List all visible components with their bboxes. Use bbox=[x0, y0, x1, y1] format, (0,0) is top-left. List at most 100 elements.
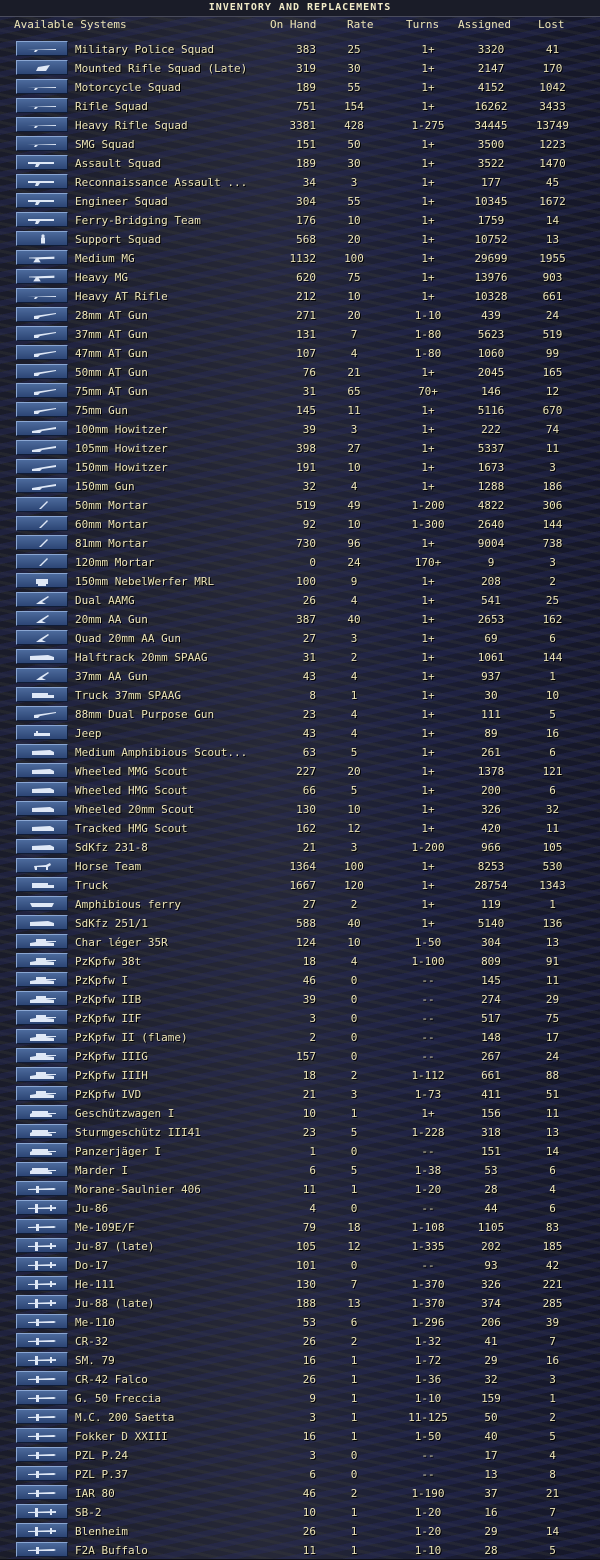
system-row[interactable]: IAR 80 46 2 1-190 37 21 bbox=[0, 1484, 600, 1503]
system-row[interactable]: Heavy AT Rifle 212 10 1+ 10328 661 bbox=[0, 287, 600, 306]
system-row[interactable]: Wheeled 20mm Scout 130 10 1+ 326 32 bbox=[0, 800, 600, 819]
system-row[interactable]: SMG Squad 151 50 1+ 3500 1223 bbox=[0, 135, 600, 154]
system-select-button[interactable] bbox=[16, 1523, 68, 1538]
system-select-button[interactable] bbox=[16, 288, 68, 303]
system-select-button[interactable] bbox=[16, 782, 68, 797]
system-select-button[interactable] bbox=[16, 1314, 68, 1329]
system-select-button[interactable] bbox=[16, 155, 68, 170]
system-row[interactable]: PzKpfw IIF 3 0 -- 517 75 bbox=[0, 1009, 600, 1028]
system-select-button[interactable] bbox=[16, 1447, 68, 1462]
system-row[interactable]: CR-32 26 2 1-32 41 7 bbox=[0, 1332, 600, 1351]
system-select-button[interactable] bbox=[16, 212, 68, 227]
system-row[interactable]: Ju-87 (late) 105 12 1-335 202 185 bbox=[0, 1237, 600, 1256]
system-row[interactable]: 120mm Mortar 0 24 170+ 9 3 bbox=[0, 553, 600, 572]
system-row[interactable]: Panzerjäger I 1 0 -- 151 14 bbox=[0, 1142, 600, 1161]
system-row[interactable]: Geschützwagen I 10 1 1+ 156 11 bbox=[0, 1104, 600, 1123]
system-select-button[interactable] bbox=[16, 1257, 68, 1272]
system-select-button[interactable] bbox=[16, 231, 68, 246]
system-row[interactable]: 100mm Howitzer 39 3 1+ 222 74 bbox=[0, 420, 600, 439]
system-row[interactable]: Do-17 101 0 -- 93 42 bbox=[0, 1256, 600, 1275]
system-row[interactable]: Wheeled MMG Scout 227 20 1+ 1378 121 bbox=[0, 762, 600, 781]
system-row[interactable]: Quad 20mm AA Gun 27 3 1+ 69 6 bbox=[0, 629, 600, 648]
system-row[interactable]: 50mm AT Gun 76 21 1+ 2045 165 bbox=[0, 363, 600, 382]
system-row[interactable]: SB-2 10 1 1-20 16 7 bbox=[0, 1503, 600, 1522]
system-select-button[interactable] bbox=[16, 1181, 68, 1196]
system-row[interactable]: 150mm Gun 32 4 1+ 1288 186 bbox=[0, 477, 600, 496]
system-row[interactable]: Me-109E/F 79 18 1-108 1105 83 bbox=[0, 1218, 600, 1237]
system-select-button[interactable] bbox=[16, 1276, 68, 1291]
system-row[interactable]: Amphibious ferry 27 2 1+ 119 1 bbox=[0, 895, 600, 914]
system-row[interactable]: 150mm NebelWerfer MRL 100 9 1+ 208 2 bbox=[0, 572, 600, 591]
system-row[interactable]: 20mm AA Gun 387 40 1+ 2653 162 bbox=[0, 610, 600, 629]
system-row[interactable]: 150mm Howitzer 191 10 1+ 1673 3 bbox=[0, 458, 600, 477]
system-select-button[interactable] bbox=[16, 440, 68, 455]
system-row[interactable]: Ferry-Bridging Team 176 10 1+ 1759 14 bbox=[0, 211, 600, 230]
system-select-button[interactable] bbox=[16, 364, 68, 379]
system-select-button[interactable] bbox=[16, 915, 68, 930]
system-select-button[interactable] bbox=[16, 402, 68, 417]
system-select-button[interactable] bbox=[16, 269, 68, 284]
system-select-button[interactable] bbox=[16, 516, 68, 531]
system-select-button[interactable] bbox=[16, 820, 68, 835]
system-row[interactable]: Morane-Saulnier 406 11 1 1-20 28 4 bbox=[0, 1180, 600, 1199]
system-select-button[interactable] bbox=[16, 953, 68, 968]
system-row[interactable]: Truck 37mm SPAAG 8 1 1+ 30 10 bbox=[0, 686, 600, 705]
system-row[interactable]: 105mm Howitzer 398 27 1+ 5337 11 bbox=[0, 439, 600, 458]
system-row[interactable]: Tracked HMG Scout 162 12 1+ 420 11 bbox=[0, 819, 600, 838]
system-select-button[interactable] bbox=[16, 801, 68, 816]
system-select-button[interactable] bbox=[16, 630, 68, 645]
system-select-button[interactable] bbox=[16, 326, 68, 341]
system-row[interactable]: 75mm Gun 145 11 1+ 5116 670 bbox=[0, 401, 600, 420]
system-select-button[interactable] bbox=[16, 193, 68, 208]
system-select-button[interactable] bbox=[16, 649, 68, 664]
system-select-button[interactable] bbox=[16, 554, 68, 569]
system-select-button[interactable] bbox=[16, 98, 68, 113]
system-row[interactable]: Wheeled HMG Scout 66 5 1+ 200 6 bbox=[0, 781, 600, 800]
system-select-button[interactable] bbox=[16, 1295, 68, 1310]
system-row[interactable]: SdKfz 231-8 21 3 1-200 966 105 bbox=[0, 838, 600, 857]
system-row[interactable]: Support Squad 568 20 1+ 10752 13 bbox=[0, 230, 600, 249]
system-row[interactable]: Heavy Rifle Squad 3381 428 1-275 34445 13749 bbox=[0, 116, 600, 135]
system-row[interactable]: 37mm AA Gun 43 4 1+ 937 1 bbox=[0, 667, 600, 686]
system-row[interactable]: 60mm Mortar 92 10 1-300 2640 144 bbox=[0, 515, 600, 534]
system-select-button[interactable] bbox=[16, 687, 68, 702]
system-select-button[interactable] bbox=[16, 1124, 68, 1139]
system-select-button[interactable] bbox=[16, 1086, 68, 1101]
system-select-button[interactable] bbox=[16, 573, 68, 588]
system-select-button[interactable] bbox=[16, 744, 68, 759]
system-row[interactable]: Assault Squad 189 30 1+ 3522 1470 bbox=[0, 154, 600, 173]
system-select-button[interactable] bbox=[16, 535, 68, 550]
system-row[interactable]: PzKpfw IIIG 157 0 -- 267 24 bbox=[0, 1047, 600, 1066]
system-select-button[interactable] bbox=[16, 592, 68, 607]
system-row[interactable]: Ju-88 (late) 188 13 1-370 374 285 bbox=[0, 1294, 600, 1313]
system-row[interactable]: Halftrack 20mm SPAAG 31 2 1+ 1061 144 bbox=[0, 648, 600, 667]
system-select-button[interactable] bbox=[16, 896, 68, 911]
system-row[interactable]: Motorcycle Squad 189 55 1+ 4152 1042 bbox=[0, 78, 600, 97]
system-row[interactable]: Military Police Squad 383 25 1+ 3320 41 bbox=[0, 40, 600, 59]
system-select-button[interactable] bbox=[16, 706, 68, 721]
system-select-button[interactable] bbox=[16, 972, 68, 987]
system-select-button[interactable] bbox=[16, 1238, 68, 1253]
system-select-button[interactable] bbox=[16, 1352, 68, 1367]
system-row[interactable]: Fokker D XXIII 16 1 1-50 40 5 bbox=[0, 1427, 600, 1446]
system-row[interactable]: PZL P.37 6 0 -- 13 8 bbox=[0, 1465, 600, 1484]
system-select-button[interactable] bbox=[16, 1010, 68, 1025]
system-row[interactable]: Reconnaissance Assault ... 34 3 1+ 177 45 bbox=[0, 173, 600, 192]
system-select-button[interactable] bbox=[16, 1428, 68, 1443]
system-row[interactable]: 47mm AT Gun 107 4 1-80 1060 99 bbox=[0, 344, 600, 363]
system-select-button[interactable] bbox=[16, 1390, 68, 1405]
system-row[interactable]: Horse Team 1364 100 1+ 8253 530 bbox=[0, 857, 600, 876]
system-select-button[interactable] bbox=[16, 1504, 68, 1519]
system-select-button[interactable] bbox=[16, 991, 68, 1006]
system-select-button[interactable] bbox=[16, 421, 68, 436]
system-select-button[interactable] bbox=[16, 478, 68, 493]
system-row[interactable]: Me-110 53 6 1-296 206 39 bbox=[0, 1313, 600, 1332]
system-row[interactable]: PzKpfw IIIH 18 2 1-112 661 88 bbox=[0, 1066, 600, 1085]
system-select-button[interactable] bbox=[16, 1333, 68, 1348]
system-row[interactable]: 37mm AT Gun 131 7 1-80 5623 519 bbox=[0, 325, 600, 344]
system-select-button[interactable] bbox=[16, 1143, 68, 1158]
system-row[interactable]: SdKfz 251/1 588 40 1+ 5140 136 bbox=[0, 914, 600, 933]
system-row[interactable]: Medium MG 1132 100 1+ 29699 1955 bbox=[0, 249, 600, 268]
system-select-button[interactable] bbox=[16, 497, 68, 512]
system-select-button[interactable] bbox=[16, 383, 68, 398]
